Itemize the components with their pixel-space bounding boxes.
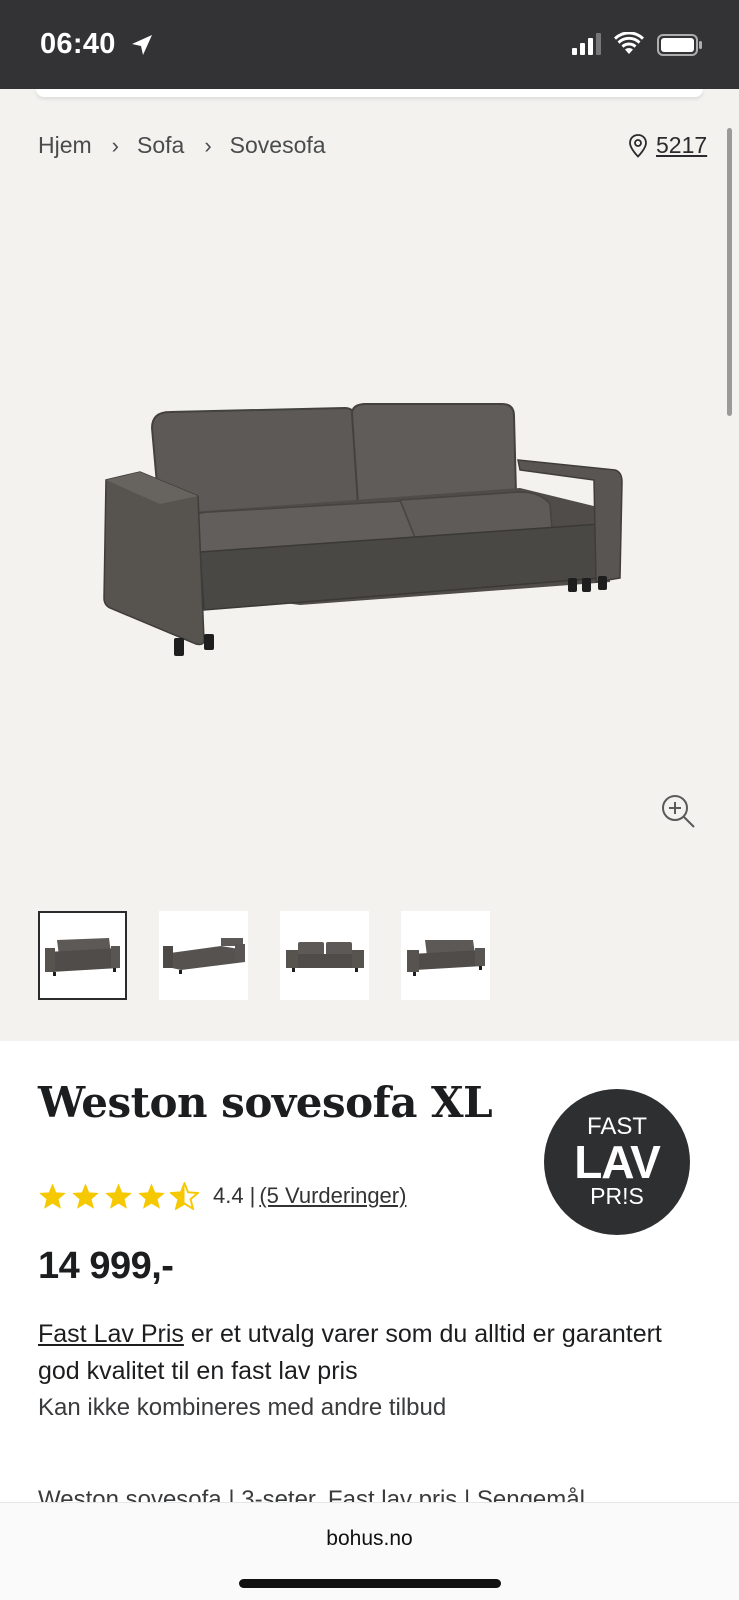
- sofa-front-thumbnail-image: [285, 941, 364, 972]
- reviews-link[interactable]: (5 Vurderinger): [259, 1183, 406, 1209]
- thumbnail-strip: [38, 911, 490, 1000]
- thumbnail-2[interactable]: [159, 911, 248, 1000]
- promo-disclaimer: Kan ikke kombineres med andre tilbud: [38, 1394, 447, 1421]
- fast-lav-pris-badge: FAST LAV PR!S: [544, 1089, 690, 1235]
- sofabed-open-thumbnail-image: [162, 937, 245, 974]
- sofa-angle-thumbnail-image: [406, 939, 485, 976]
- breadcrumb-sovesofa[interactable]: Sovesofa: [230, 132, 326, 159]
- badge-line-3: PR!S: [590, 1183, 644, 1209]
- product-main-image[interactable]: [100, 400, 640, 675]
- fast-lav-pris-link[interactable]: Fast Lav Pris: [38, 1320, 184, 1348]
- star-half-icon: [170, 1182, 199, 1210]
- map-pin-icon: [629, 133, 647, 158]
- cellular-signal-icon: [572, 33, 601, 55]
- rating-stars: [38, 1182, 199, 1210]
- store-selector[interactable]: 5217: [628, 132, 707, 159]
- wifi-icon: [614, 32, 644, 54]
- status-time: 06:40: [40, 28, 116, 60]
- status-bar: 06:40: [0, 0, 739, 89]
- location-arrow-icon: [132, 35, 152, 55]
- thumbnail-4[interactable]: [401, 911, 490, 1000]
- browser-address-bar[interactable]: bohus.no: [0, 1502, 739, 1600]
- star-full-icon: [72, 1183, 99, 1209]
- battery-icon: [657, 34, 702, 56]
- zoom-in-icon[interactable]: [660, 793, 696, 829]
- star-full-icon: [138, 1183, 165, 1209]
- breadcrumb-sofa[interactable]: Sofa: [137, 132, 184, 159]
- product-description-cutoff: Weston sovesofa | 3-seter, Fast lav pris…: [38, 1484, 698, 1502]
- rating-value: 4.4: [213, 1183, 244, 1208]
- product-price: 14 999,-: [38, 1245, 174, 1287]
- rating-divider: |: [249, 1183, 256, 1208]
- promo-text: Fast Lav Pris er et utvalg varer som du …: [38, 1316, 688, 1390]
- star-full-icon: [39, 1183, 66, 1209]
- sofa-thumbnail-image: [44, 937, 120, 976]
- thumbnail-1[interactable]: [38, 911, 127, 1000]
- store-code[interactable]: 5217: [656, 132, 707, 159]
- chevron-right-icon: ›: [111, 132, 119, 158]
- breadcrumb: Hjem › Sofa › Sovesofa: [38, 132, 326, 159]
- chevron-right-icon: ›: [204, 132, 212, 158]
- scrollbar[interactable]: [727, 128, 732, 416]
- home-indicator[interactable]: [239, 1579, 501, 1588]
- header-edge: [36, 89, 703, 97]
- thumbnail-3[interactable]: [280, 911, 369, 1000]
- description-text: Weston sovesofa | 3-seter, Fast lav pris…: [38, 1486, 585, 1502]
- star-full-icon: [105, 1183, 132, 1209]
- product-rating: 4.4 | (5 Vurderinger): [38, 1182, 406, 1210]
- product-title: Weston sovesofa XL: [38, 1078, 493, 1127]
- breadcrumb-home[interactable]: Hjem: [38, 132, 92, 159]
- url-text[interactable]: bohus.no: [0, 1527, 739, 1551]
- badge-line-2: LAV: [574, 1136, 661, 1188]
